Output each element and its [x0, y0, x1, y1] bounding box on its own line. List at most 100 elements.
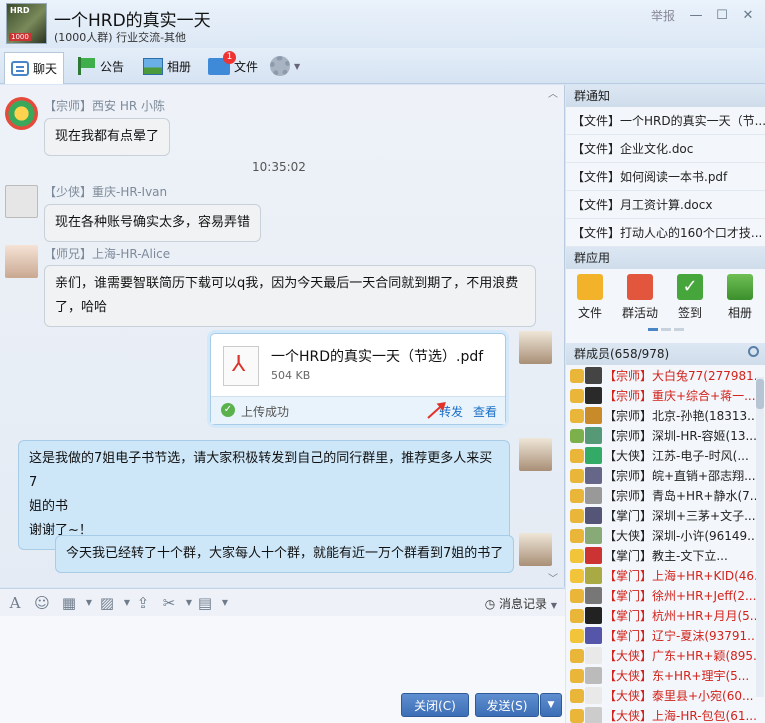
message-sender[interactable]: 【宗师】西安 HR 小陈 — [44, 97, 165, 114]
member-role-icon — [570, 649, 584, 663]
minimize-icon[interactable]: — — [687, 6, 705, 24]
group-avatar[interactable]: HRD 1000 — [6, 3, 47, 44]
notice-item[interactable]: 【文件】打动人心的160个口才技... — [566, 219, 765, 247]
chevron-down-icon: ▼ — [547, 700, 555, 710]
report-button[interactable]: 举报 — [651, 6, 675, 24]
maximize-icon[interactable]: ☐ — [713, 6, 731, 24]
avatar[interactable] — [585, 527, 602, 544]
member-item[interactable]: 【掌门】教主-文下立... — [566, 546, 756, 566]
member-item[interactable]: 【大侠】深圳-小许(96149... — [566, 526, 756, 546]
avatar[interactable] — [585, 547, 602, 564]
member-item[interactable]: 【掌门】杭州+HR+月月(5... — [566, 606, 756, 626]
avatar[interactable] — [585, 487, 602, 504]
tab-files[interactable]: 1 文件 — [208, 50, 259, 80]
more-icon[interactable]: ▤ — [196, 594, 214, 612]
member-item[interactable]: 【大侠】上海-HR-包包(61... — [566, 706, 756, 723]
send-button[interactable]: 发送(S) — [475, 693, 539, 717]
settings-menu[interactable]: ▼ — [270, 52, 300, 80]
avatar[interactable] — [585, 627, 602, 644]
font-icon[interactable]: A — [6, 594, 24, 612]
avatar[interactable] — [585, 607, 602, 624]
avatar[interactable] — [5, 185, 38, 218]
app-checkin[interactable]: ✓ 签到 — [666, 274, 714, 321]
avatar[interactable] — [585, 567, 602, 584]
file-name[interactable]: 一个HRD的真实一天（节选）.pdf — [271, 346, 483, 366]
avatar[interactable] — [585, 427, 602, 444]
avatar[interactable] — [5, 97, 38, 130]
member-item[interactable]: 【大侠】江苏-电子-时风(... — [566, 446, 756, 466]
avatar[interactable] — [585, 667, 602, 684]
avatar[interactable] — [585, 687, 602, 704]
avatar[interactable] — [519, 438, 552, 471]
chevron-down-icon[interactable]: ▼ — [80, 594, 98, 612]
photo-icon — [727, 274, 753, 300]
app-files[interactable]: 文件 — [566, 274, 614, 321]
emoji-icon[interactable]: ☺ — [33, 594, 51, 612]
scroll-down-icon[interactable]: ﹀ — [548, 570, 558, 585]
pager-dot[interactable] — [661, 328, 671, 331]
upload-icon[interactable]: ⇪ — [134, 594, 152, 612]
chat-history[interactable]: ︿ 【宗师】西安 HR 小陈 现在我都有点晕了 10:35:02 【少侠】重庆-… — [0, 85, 565, 587]
file-card[interactable]: 一个HRD的真实一天（节选）.pdf 504 KB ✓ 上传成功 转发 查看 — [210, 333, 506, 425]
pager-dot[interactable] — [674, 328, 684, 331]
member-item[interactable]: 【掌门】上海+HR+KID(46... — [566, 566, 756, 586]
member-item[interactable]: 【宗师】皖+直销+邵志翔... — [566, 466, 756, 486]
tab-files-label: 文件 — [234, 59, 259, 74]
member-item[interactable]: 【掌门】深圳+三茅+文子... — [566, 506, 756, 526]
message-sender[interactable]: 【师兄】上海-HR-Alice — [44, 245, 170, 262]
message-text: 这是我做的7姐电子书节选，请大家积极转发到自己的同行群里，推荐更多人来买7 — [29, 451, 493, 490]
avatar[interactable] — [585, 387, 602, 404]
pager-dot[interactable] — [648, 328, 658, 331]
tab-album[interactable]: 相册 — [143, 52, 191, 80]
apps-pager[interactable] — [648, 328, 684, 331]
close-icon[interactable]: ✕ — [739, 6, 757, 24]
group-title[interactable]: 一个HRD的真实一天 — [54, 6, 211, 31]
view-link[interactable]: 查看 — [473, 403, 497, 420]
member-item[interactable]: 【大侠】东+HR+理宇(5... — [566, 666, 756, 686]
message-text: 亲们，谁需要智联简历下载可以q我，因为今天最后一天合同就到期了，不用浪费 — [55, 276, 519, 291]
message-history-button[interactable]: ◷ 消息记录 ▼ — [485, 595, 557, 612]
member-item[interactable]: 【掌门】徐州+HR+Jeff(2... — [566, 586, 756, 606]
input-toolbar: A ☺ ▦ ▼ ▨ ▼ ⇪ ✂ ▼ ▤ ▼ ◷ 消息记录 ▼ — [0, 588, 565, 616]
avatar[interactable] — [585, 707, 602, 723]
avatar[interactable] — [585, 467, 602, 484]
app-activity[interactable]: 群活动 — [616, 274, 664, 321]
chevron-down-icon[interactable]: ▼ — [216, 594, 234, 612]
notice-item[interactable]: 【文件】企业文化.doc — [566, 135, 765, 163]
avatar[interactable] — [5, 245, 38, 278]
close-button[interactable]: 关闭(C) — [401, 693, 469, 717]
avatar[interactable] — [585, 587, 602, 604]
member-item[interactable]: 【宗师】青岛+HR+静水(7... — [566, 486, 756, 506]
avatar[interactable] — [585, 367, 602, 384]
member-item[interactable]: 【宗师】北京-孙艳(18313... — [566, 406, 756, 426]
scrollbar-thumb[interactable] — [756, 379, 764, 409]
avatar[interactable] — [585, 447, 602, 464]
notice-item[interactable]: 【文件】月工资计算.docx — [566, 191, 765, 219]
send-options-button[interactable]: ▼ — [540, 693, 562, 717]
member-item[interactable]: 【宗师】大白兔77(277981... — [566, 366, 756, 386]
member-scrollbar[interactable] — [756, 377, 764, 697]
member-item[interactable]: 【大侠】泰里县+小宛(60... — [566, 686, 756, 706]
search-icon[interactable] — [748, 346, 759, 357]
member-item[interactable]: 【大侠】广东+HR+颖(895... — [566, 646, 756, 666]
chat-icon — [11, 61, 29, 76]
avatar[interactable] — [585, 507, 602, 524]
image-icon[interactable]: ▨ — [98, 594, 116, 612]
member-item[interactable]: 【掌门】辽宁-夏沫(93791... — [566, 626, 756, 646]
scissors-icon[interactable]: ✂ — [160, 594, 178, 612]
scroll-up-icon[interactable]: ︿ — [548, 85, 558, 100]
notice-item[interactable]: 【文件】一个HRD的真实一天（节... — [566, 107, 765, 135]
member-role-icon — [570, 369, 584, 383]
avatar[interactable] — [585, 647, 602, 664]
tab-chat[interactable]: 聊天 — [4, 52, 65, 84]
member-item[interactable]: 【宗师】深圳-HR-容姬(13... — [566, 426, 756, 446]
member-item[interactable]: 【宗师】重庆+综合+蒋一... — [566, 386, 756, 406]
message-sender[interactable]: 【少侠】重庆-HR-Ivan — [44, 183, 167, 200]
tab-notice[interactable]: 公告 — [76, 52, 124, 80]
gif-icon[interactable]: ▦ — [60, 594, 78, 612]
app-album[interactable]: 相册 — [716, 274, 764, 321]
avatar[interactable] — [519, 533, 552, 566]
avatar[interactable] — [585, 407, 602, 424]
notice-item[interactable]: 【文件】如何阅读一本书.pdf — [566, 163, 765, 191]
avatar[interactable] — [519, 331, 552, 364]
